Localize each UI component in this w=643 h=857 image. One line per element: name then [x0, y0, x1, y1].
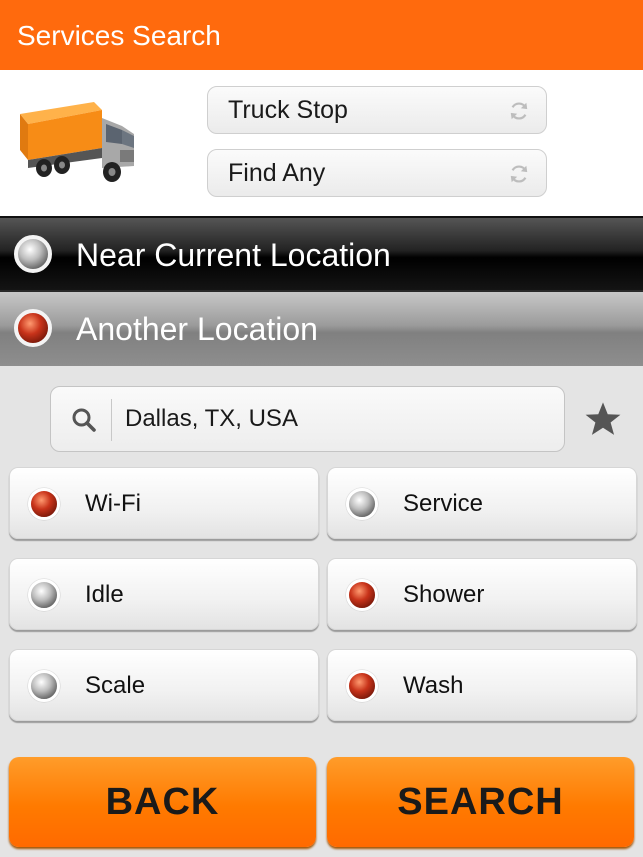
radio-button[interactable] — [14, 309, 52, 347]
filter-shower[interactable]: Shower — [327, 558, 637, 630]
radio-button[interactable] — [14, 235, 52, 273]
category-panel: Truck Stop Find Any — [0, 70, 643, 216]
radio-button[interactable] — [28, 579, 60, 611]
another-location-option[interactable]: Another Location — [0, 290, 643, 366]
filter-scale[interactable]: Scale — [9, 649, 319, 721]
brand-selector[interactable]: Find Any — [207, 149, 547, 197]
divider — [111, 399, 112, 441]
filter-service[interactable]: Service — [327, 467, 637, 539]
brand-value: Find Any — [228, 159, 326, 187]
radio-button[interactable] — [346, 670, 378, 702]
radio-button[interactable] — [28, 670, 60, 702]
filter-label: Scale — [85, 672, 146, 699]
filter-wash[interactable]: Wash — [327, 649, 637, 721]
near-current-location-option[interactable]: Near Current Location — [0, 216, 643, 290]
app-header: Services Search — [0, 0, 643, 70]
filter-label: Service — [403, 490, 484, 517]
category-selector[interactable]: Truck Stop — [207, 86, 547, 134]
location-input[interactable] — [125, 401, 545, 437]
option-label: Another Location — [76, 311, 318, 347]
radio-button[interactable] — [346, 488, 378, 520]
truck-icon — [20, 102, 134, 182]
back-button[interactable]: BACK — [9, 757, 316, 847]
radio-button[interactable] — [346, 579, 378, 611]
star-icon[interactable] — [584, 400, 622, 438]
filter-label: Shower — [403, 581, 485, 608]
filter-label: Wash — [403, 672, 464, 699]
filter-label: Wi-Fi — [85, 490, 141, 517]
filter-wifi[interactable]: Wi-Fi — [9, 467, 319, 539]
refresh-icon — [510, 165, 528, 183]
radio-button[interactable] — [28, 488, 60, 520]
location-search-box[interactable] — [50, 386, 565, 452]
filter-label: Idle — [85, 581, 124, 608]
refresh-icon — [510, 102, 528, 120]
search-button[interactable]: SEARCH — [327, 757, 634, 847]
option-label: Near Current Location — [76, 237, 391, 273]
page-title: Services Search — [17, 20, 221, 51]
category-value: Truck Stop — [228, 96, 348, 124]
filter-idle[interactable]: Idle — [9, 558, 319, 630]
search-icon — [72, 408, 96, 432]
